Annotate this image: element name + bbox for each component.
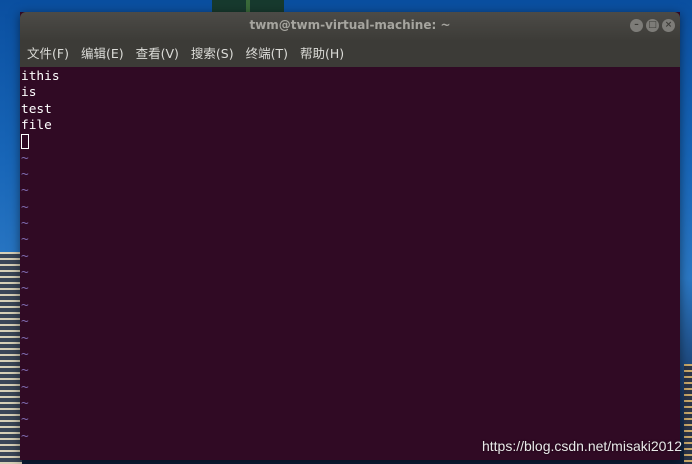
- text-line: test: [21, 101, 52, 117]
- menu-terminal[interactable]: 终端(T): [241, 40, 293, 67]
- empty-line-tilde: ~: [21, 248, 29, 264]
- text-line: is: [21, 85, 37, 101]
- desktop-background: twm@twm-virtual-machine: ~ – □ × 文件(F) 编…: [0, 0, 692, 464]
- window-title: twm@twm-virtual-machine: ~: [249, 18, 451, 32]
- empty-line-tilde: ~: [21, 346, 29, 362]
- empty-line-tilde: ~: [21, 412, 29, 428]
- empty-line-tilde: ~: [21, 379, 29, 395]
- menu-file[interactable]: 文件(F): [22, 40, 74, 67]
- empty-line-tilde: ~: [21, 167, 29, 183]
- terminal-window: twm@twm-virtual-machine: ~ – □ × 文件(F) 编…: [20, 12, 680, 460]
- empty-line-tilde: ~: [21, 216, 29, 232]
- empty-line-tilde: ~: [21, 395, 29, 411]
- close-icon[interactable]: ×: [662, 19, 675, 32]
- cursor-line: [20, 134, 680, 150]
- terminal-content[interactable]: ithis is test file ~ ~ ~ ~ ~ ~ ~ ~ ~ ~ ~ ~ ~ ~ ~ ~ ~ ~: [20, 69, 680, 460]
- empty-line-tilde: ~: [21, 314, 29, 330]
- empty-line-tilde: ~: [21, 297, 29, 313]
- empty-line-tilde: ~: [21, 199, 29, 215]
- building-left: [0, 252, 22, 464]
- minimize-icon[interactable]: –: [630, 19, 643, 32]
- empty-line-tilde: ~: [21, 183, 29, 199]
- title-bar[interactable]: twm@twm-virtual-machine: ~ – □ ×: [20, 12, 680, 40]
- empty-line-tilde: ~: [21, 281, 29, 297]
- menu-help[interactable]: 帮助(H): [295, 40, 349, 67]
- empty-line-tilde: ~: [21, 265, 29, 281]
- empty-line-tilde: ~: [21, 150, 29, 166]
- building-right: [684, 364, 692, 464]
- menu-edit[interactable]: 编辑(E): [76, 40, 129, 67]
- empty-line-tilde: ~: [21, 232, 29, 248]
- watermark: https://blog.csdn.net/misaki2012: [481, 438, 682, 454]
- text-line: file: [21, 118, 52, 134]
- menu-view[interactable]: 查看(V): [131, 40, 184, 67]
- text-line: ithis: [21, 69, 60, 84]
- menu-bar: 文件(F) 编辑(E) 查看(V) 搜索(S) 终端(T) 帮助(H): [20, 40, 680, 67]
- maximize-icon[interactable]: □: [646, 19, 659, 32]
- menu-search[interactable]: 搜索(S): [186, 40, 239, 67]
- empty-line-tilde: ~: [21, 363, 29, 379]
- text-cursor: [21, 134, 29, 150]
- empty-line-markers: ~ ~ ~ ~ ~ ~ ~ ~ ~ ~ ~ ~ ~ ~ ~ ~ ~ ~: [20, 151, 680, 445]
- empty-line-tilde: ~: [21, 330, 29, 346]
